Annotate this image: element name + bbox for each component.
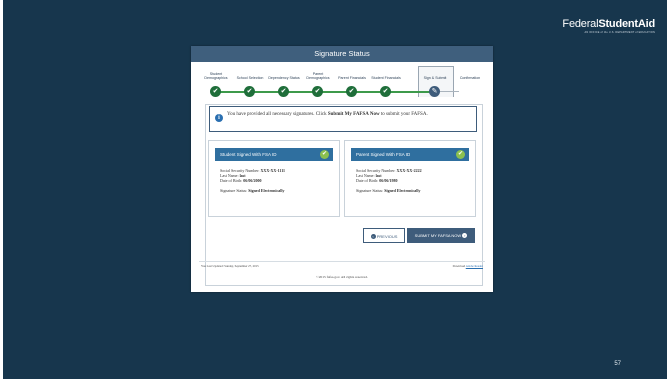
step-parent-financials[interactable]: Parent Financials	[335, 70, 369, 80]
signature-status-row: Signature Status: Signed Electronically	[356, 188, 422, 193]
chevron-left-icon: ‹	[370, 234, 376, 240]
ssn-value: XXX-XX-1111	[260, 168, 285, 173]
status-value: Signed Electronically	[248, 188, 285, 193]
card-header-label: Student Signed With FSA ID	[220, 152, 277, 157]
window-title: Signature Status	[191, 46, 493, 62]
dob-label: Date of Birth:	[356, 178, 379, 183]
fafsa-window: Signature Status Student Demographics ✔ …	[191, 46, 493, 292]
card-header: Parent Signed With FSA ID ✔	[351, 148, 469, 161]
copyright-text: ©2015 fafsa.gov. All rights reserved.	[316, 275, 368, 279]
check-icon: ✔	[244, 86, 255, 97]
alert-text: You have provided all necessary signatur…	[227, 112, 328, 117]
info-icon: i	[215, 114, 223, 122]
step-label: Student Demographics	[204, 71, 228, 80]
card-header-label: Parent Signed With FSA ID	[356, 152, 411, 157]
check-icon: ✔	[210, 86, 221, 97]
step-dependency-status[interactable]: Dependency Status	[267, 70, 301, 80]
check-icon: ✔	[346, 86, 357, 97]
check-icon: ✔	[380, 86, 391, 97]
step-label: Confirmation	[459, 75, 481, 80]
parent-signature-card: Parent Signed With FSA ID ✔ Social Secur…	[344, 140, 476, 217]
download-prefix: Download	[452, 264, 466, 268]
chevron-right-icon: ›	[462, 233, 468, 239]
card-body: Social Security Number: XXX-XX-2222 Last…	[356, 168, 422, 193]
alert-text-end: to submit your FAFSA.	[379, 112, 428, 117]
step-sign-and-submit[interactable]: Sign & Submit	[418, 70, 452, 80]
step-label: Sign & Submit	[423, 75, 447, 80]
fsa-logo: FederalStudentAid AN OFFICE of the U.S. …	[562, 18, 655, 34]
check-icon: ✔	[278, 86, 289, 97]
download-text: Download Adobe Reader	[453, 264, 483, 268]
alert-text-bold: Submit My FAFSA Now	[327, 112, 380, 117]
step-label: Student Financials	[371, 75, 401, 80]
status-value: Signed Electronically	[384, 188, 421, 193]
progress-stepper: Student Demographics ✔ School Selection …	[199, 66, 487, 100]
check-circle-icon: ✔	[456, 150, 465, 159]
step-parent-demographics[interactable]: Parent Demographics	[301, 70, 335, 80]
footer-divider	[199, 261, 485, 262]
dob-value: 06/06/1980	[379, 178, 398, 183]
submit-button-label: SUBMIT MY FAFSA NOW	[414, 233, 462, 238]
card-body: Social Security Number: XXX-XX-1111 Last…	[220, 168, 285, 193]
pencil-icon: ✎	[429, 86, 440, 97]
previous-button-label: PREVIOUS	[376, 234, 398, 239]
step-school-selection[interactable]: School Selection	[233, 70, 267, 80]
step-label: School Selection	[236, 75, 264, 80]
step-student-financials[interactable]: Student Financials	[369, 70, 403, 80]
slide: FederalStudentAid AN OFFICE of the U.S. …	[0, 0, 670, 379]
brand-tagline: AN OFFICE of the U.S. DEPARTMENT of EDUC…	[584, 31, 655, 34]
step-label: Dependency Status	[268, 75, 300, 80]
check-circle-icon: ✔	[320, 150, 329, 159]
brand-name-plain: Federal	[562, 18, 599, 30]
last-updated-text: You Last Updated: Sunday, September 27, …	[201, 264, 259, 268]
info-alert: i You have provided all necessary signat…	[209, 106, 477, 132]
ssn-value: XXX-XX-2222	[396, 168, 422, 173]
alert-message: You have provided all necessary signatur…	[227, 111, 471, 118]
submit-fafsa-button[interactable]: SUBMIT MY FAFSA NOW ›	[407, 228, 475, 243]
brand-name-bold: StudentAid	[598, 18, 655, 30]
slide-number: 57	[614, 361, 621, 367]
previous-button[interactable]: ‹ PREVIOUS	[363, 228, 405, 243]
student-signature-card: Student Signed With FSA ID ✔ Social Secu…	[208, 140, 340, 217]
adobe-reader-link[interactable]: Adobe Reader	[466, 264, 483, 268]
dob-value: 06/06/2000	[243, 178, 262, 183]
step-confirmation: Confirmation	[453, 70, 487, 80]
status-label: Signature Status:	[356, 188, 384, 193]
step-label: Parent Demographics	[306, 71, 330, 80]
card-header: Student Signed With FSA ID ✔	[215, 148, 333, 161]
signature-status-row: Signature Status: Signed Electronically	[220, 188, 285, 193]
step-label: Parent Financials	[338, 75, 366, 80]
step-student-demographics[interactable]: Student Demographics	[199, 70, 233, 80]
status-label: Signature Status:	[220, 188, 248, 193]
dob-label: Date of Birth:	[220, 178, 243, 183]
check-icon: ✔	[312, 86, 323, 97]
